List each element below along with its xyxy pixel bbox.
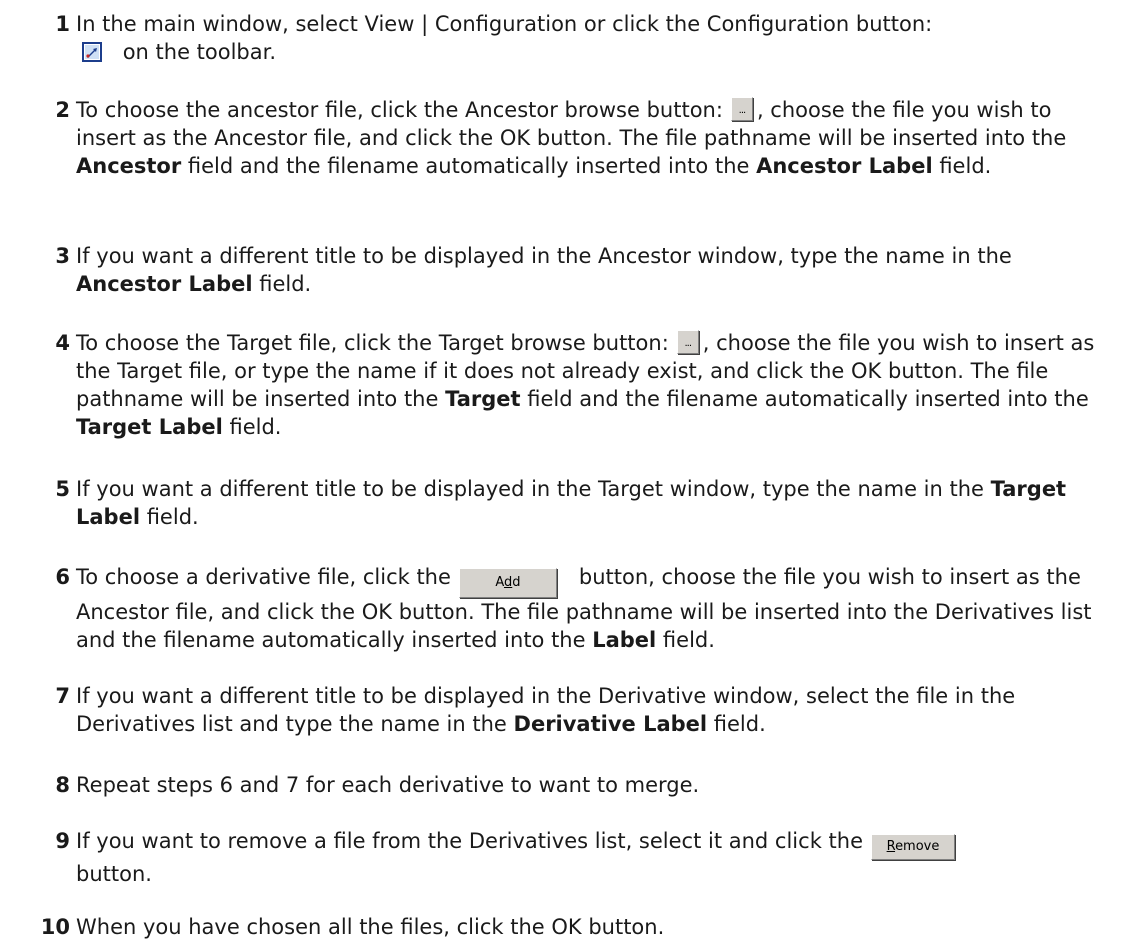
step-text-part: To choose the ancestor file, click the A… bbox=[76, 98, 723, 122]
step-text: When you have chosen all the files, clic… bbox=[76, 913, 1106, 941]
step-number: 8 bbox=[55, 773, 70, 797]
step-text-part: If you want a different title to be disp… bbox=[76, 477, 991, 501]
field-name: Ancestor bbox=[76, 154, 182, 178]
step-text-part: field. bbox=[140, 505, 199, 529]
step-text: To choose the Target file, click the Tar… bbox=[76, 329, 1106, 441]
field-name: Target Label bbox=[76, 415, 223, 439]
step-text: To choose the ancestor file, click the A… bbox=[76, 96, 1106, 180]
step-number: 4 bbox=[55, 331, 70, 355]
step-text-part: field. bbox=[932, 154, 992, 178]
field-name: Ancestor Label bbox=[756, 154, 933, 178]
field-name: Ancestor Label bbox=[76, 272, 253, 296]
step-text-part: Repeat steps 6 and 7 for each derivative… bbox=[76, 773, 700, 797]
step-number: 1 bbox=[55, 12, 70, 36]
field-name: Label bbox=[592, 628, 657, 652]
add-button-label: A bbox=[495, 575, 504, 590]
step-text-part: field. bbox=[707, 712, 766, 736]
ancestor-browse-button[interactable]: ... bbox=[730, 97, 753, 121]
configuration-icon[interactable] bbox=[82, 41, 102, 62]
step-text-part: field and the filename automatically ins… bbox=[181, 154, 757, 178]
step-number: 7 bbox=[55, 684, 70, 708]
remove-button-label: R bbox=[886, 839, 896, 854]
add-button-label: d bbox=[503, 575, 513, 590]
field-name: Target bbox=[445, 387, 521, 411]
step-text-part: field and the filename automatically ins… bbox=[520, 387, 1089, 411]
step-text-part: button. bbox=[76, 862, 152, 886]
step-number: 3 bbox=[55, 244, 70, 268]
step-text-part: To choose the Target file, click the Tar… bbox=[76, 331, 669, 355]
step-text: Repeat steps 6 and 7 for each derivative… bbox=[76, 771, 1106, 799]
step-text-part: In the main window, select View | Config… bbox=[76, 12, 933, 36]
step-number: 2 bbox=[55, 98, 70, 122]
step-text-part: field. bbox=[656, 628, 715, 652]
step-text: If you want a different title to be disp… bbox=[76, 242, 1106, 298]
browse-button-label: ... bbox=[738, 105, 747, 116]
add-button[interactable]: Add bbox=[458, 568, 557, 598]
step-text-part: on the toolbar. bbox=[122, 40, 277, 64]
step-number: 10 bbox=[40, 915, 70, 939]
field-name: Derivative Label bbox=[513, 712, 708, 736]
step-text: If you want a different title to be disp… bbox=[76, 682, 1106, 738]
step-text: To choose a derivative file, click the Ad… bbox=[76, 563, 1106, 654]
step-text: In the main window, select View | Config… bbox=[76, 10, 1106, 66]
step-text-part: When you have chosen all the files, clic… bbox=[76, 915, 665, 939]
step-text: If you want to remove a file from the De… bbox=[76, 827, 1106, 888]
step-number: 9 bbox=[55, 829, 70, 853]
remove-button-label: emove bbox=[895, 839, 940, 854]
step-text-part: If you want a different title to be disp… bbox=[76, 244, 1012, 268]
step-text-part: field. bbox=[222, 415, 282, 439]
step-text-part: If you want to remove a file from the De… bbox=[76, 829, 863, 853]
step-text: If you want a different title to be disp… bbox=[76, 475, 1106, 531]
step-number: 5 bbox=[55, 477, 70, 501]
step-text-part: field. bbox=[252, 272, 312, 296]
target-browse-button[interactable]: ... bbox=[676, 330, 699, 354]
browse-button-label: ... bbox=[684, 338, 693, 349]
remove-button[interactable]: Remove bbox=[871, 834, 955, 860]
add-button-label: d bbox=[512, 575, 521, 590]
step-text-part: To choose a derivative file, click the bbox=[76, 565, 451, 589]
step-number: 6 bbox=[55, 565, 70, 589]
